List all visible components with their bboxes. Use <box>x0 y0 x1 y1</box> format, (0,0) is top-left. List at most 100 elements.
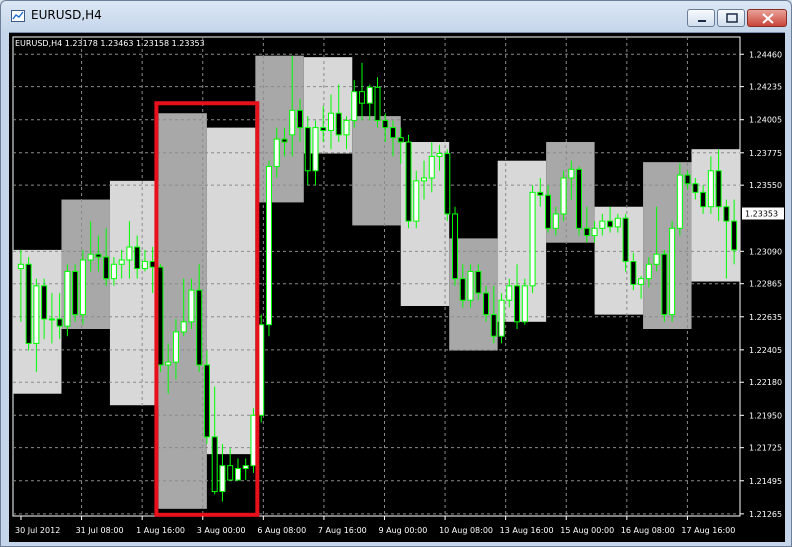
candle-body-bear <box>390 127 397 139</box>
candle-body-bear <box>405 141 412 222</box>
candle-body-bear <box>320 127 327 131</box>
candle-body-bear <box>684 174 691 185</box>
minimize-button[interactable] <box>687 9 715 27</box>
candle-body-bull <box>126 246 133 261</box>
candle-body-bear <box>95 253 102 258</box>
y-tick-label: 1.22635 <box>749 313 782 322</box>
candle-body-bull <box>560 177 567 215</box>
period-range-box <box>255 55 304 203</box>
candle-body-bear <box>304 127 311 172</box>
x-tick-label: 9 Aug 00:00 <box>379 526 428 535</box>
candle-body-bull <box>591 227 598 237</box>
y-tick-label: 1.23550 <box>749 181 782 190</box>
x-tick-label: 3 Aug 00:00 <box>197 526 246 535</box>
candle-body-bear <box>514 285 521 323</box>
candle-body-bear <box>692 183 699 193</box>
candle-body-bull <box>351 91 358 121</box>
y-tick-label: 1.21495 <box>749 477 782 486</box>
y-tick-label: 1.24005 <box>749 116 782 125</box>
candle-body-bull <box>17 263 24 270</box>
maximize-button[interactable] <box>717 9 745 27</box>
candle-body-bull <box>48 318 55 321</box>
x-tick-label: 13 Aug 16:00 <box>500 526 554 535</box>
candle-body-bear <box>203 364 210 438</box>
candle-body-bull <box>289 109 296 136</box>
candle-body-bull <box>242 465 249 470</box>
chart-app-icon <box>11 10 25 22</box>
x-tick-label: 7 Aug 16:00 <box>318 526 367 535</box>
candle-body-bear <box>397 137 404 143</box>
candle-body-bull <box>165 361 172 366</box>
candle-body-bull <box>529 191 536 287</box>
candle-body-bear <box>358 91 365 104</box>
candle-body-bull <box>436 153 443 157</box>
period-range-box <box>691 149 740 282</box>
candle-body-bull <box>141 260 148 270</box>
candle-body-bull <box>172 331 179 363</box>
candle-body-bull <box>273 138 280 167</box>
candle-body-bear <box>382 119 389 129</box>
candle-body-bull <box>366 86 373 104</box>
candle-body-bull <box>180 321 187 333</box>
y-tick-label: 1.23775 <box>749 149 782 158</box>
candle-body-bear <box>475 270 482 294</box>
candle-body-bull <box>250 414 257 467</box>
minimize-icon <box>698 20 706 22</box>
candle-body-bull <box>645 263 652 280</box>
chart-header-symbol-quote: EURUSD,H4 1.23178 1.23463 1.23158 1.2335… <box>15 39 205 48</box>
candle-body-bear <box>537 191 544 196</box>
candle-body-bear <box>661 253 668 316</box>
title-bar[interactable]: EURUSD,H4 <box>1 1 791 31</box>
window-title: EURUSD,H4 <box>31 8 102 22</box>
candle-body-bull <box>506 285 513 301</box>
candle-body-bull <box>258 324 265 416</box>
y-tick-label: 1.21725 <box>749 444 782 453</box>
candle-body-bear <box>335 112 342 136</box>
price-chart[interactable]: EURUSD,H4 1.23178 1.23463 1.23158 1.2335… <box>9 32 785 542</box>
candle-body-bull <box>188 289 195 323</box>
candle-body-bull <box>33 285 40 344</box>
candle-body-bull <box>312 127 319 172</box>
candle-body-bear <box>630 260 637 285</box>
x-tick-label: 31 Jul 08:00 <box>76 526 124 535</box>
candle-body-bear <box>607 220 614 228</box>
x-tick-label: 17 Aug 16:00 <box>681 526 735 535</box>
candle-body-bull <box>568 168 575 179</box>
candle-body-bull <box>498 299 505 337</box>
candle-body-bear <box>459 278 466 301</box>
candle-body-bull <box>219 465 226 493</box>
candle-body-bear <box>134 246 141 270</box>
y-tick-label: 1.24460 <box>749 50 782 59</box>
candlestick-chart[interactable]: EURUSD,H4 1.23178 1.23463 1.23158 1.2335… <box>9 33 785 542</box>
candle-body-bull <box>343 119 350 136</box>
candle-body-bull <box>265 165 272 326</box>
y-tick-label: 1.23090 <box>749 247 782 256</box>
candle-body-bull <box>118 259 125 265</box>
period-range-box <box>206 127 256 455</box>
close-button[interactable] <box>747 9 787 27</box>
terminal-chart-window: EURUSD,H4 EURUSD,H4 1.23178 1.23463 1.23… <box>0 0 792 547</box>
candle-body-bear <box>452 213 459 280</box>
candle-body-bear <box>723 206 730 222</box>
candle-body-bear <box>25 263 32 344</box>
maximize-icon <box>726 13 738 23</box>
candle-body-bear <box>56 318 63 327</box>
candle-body-bull <box>552 213 559 229</box>
x-tick-label: 15 Aug 00:00 <box>560 526 614 535</box>
current-price-label: 1.23353 <box>745 209 778 218</box>
x-tick-label: 16 Aug 08:00 <box>621 526 675 535</box>
candle-body-bear <box>622 217 629 262</box>
candle-body-bull <box>599 220 606 229</box>
candle-body-bull <box>707 170 714 208</box>
x-tick-label: 10 Aug 08:00 <box>439 526 493 535</box>
candle-body-bear <box>583 227 590 237</box>
y-tick-label: 1.22865 <box>749 280 782 289</box>
candle-body-bull <box>653 253 660 265</box>
candle-body-bull <box>638 278 645 285</box>
y-tick-label: 1.21265 <box>749 510 782 519</box>
candle-body-bull <box>467 270 474 301</box>
candle-body-bear <box>157 266 164 366</box>
candle-body-bear <box>72 270 79 316</box>
candle-body-bear <box>731 220 738 251</box>
candle-body-bear <box>227 465 234 481</box>
